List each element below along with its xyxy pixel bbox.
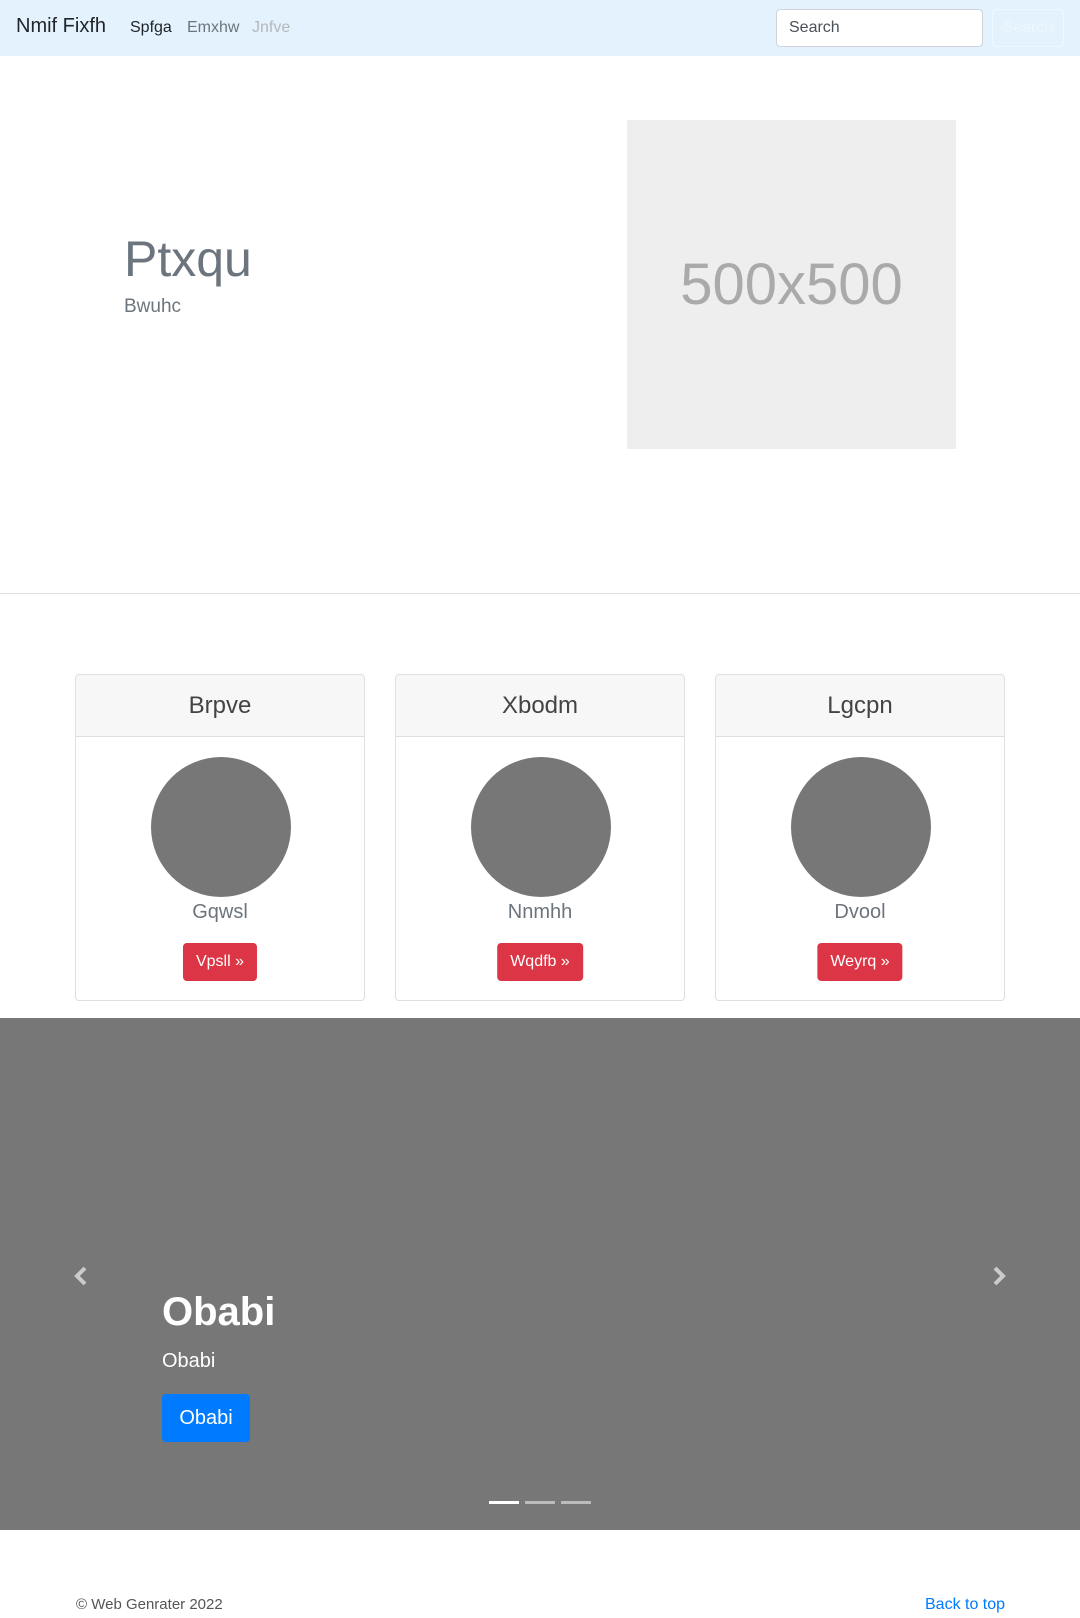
card-button-wqdfb[interactable]: Wqdfb » bbox=[497, 943, 583, 981]
search-button[interactable]: Search bbox=[992, 9, 1064, 47]
card-header: Xbodm bbox=[396, 675, 684, 737]
nav-link-spfga[interactable]: Spfga bbox=[130, 19, 172, 37]
carousel-prev-button[interactable] bbox=[62, 1256, 102, 1296]
hero-placeholder-image: 500x500 bbox=[627, 120, 956, 449]
carousel-caption-button[interactable]: Obabi bbox=[162, 1394, 250, 1442]
search-input[interactable] bbox=[776, 9, 983, 47]
hero-subtitle: Bwuhc bbox=[124, 296, 182, 317]
nav-link-jnfve-disabled: Jnfve bbox=[252, 19, 291, 36]
carousel-indicator-1[interactable] bbox=[489, 1501, 519, 1504]
card-text: Nnmhh bbox=[507, 901, 573, 923]
card-button-vpsll[interactable]: Vpsll » bbox=[182, 943, 258, 981]
back-to-top-link[interactable]: Back to top bbox=[925, 1596, 1005, 1614]
avatar bbox=[791, 757, 931, 897]
card-text: Dvool bbox=[834, 901, 886, 923]
hero-title: Ptxqu bbox=[124, 231, 252, 287]
card-text: Gqwsl bbox=[192, 901, 248, 923]
carousel-indicator-2[interactable] bbox=[525, 1501, 555, 1504]
brand-link[interactable]: Nmif Fixfh bbox=[16, 15, 106, 38]
chevron-right-icon bbox=[993, 1266, 1006, 1286]
nav-link-emxhw[interactable]: Emxhw bbox=[187, 19, 239, 37]
card-header: Brpve bbox=[76, 675, 364, 737]
card-lgcpn: Lgcpn Dvool Weyrq » bbox=[715, 674, 1005, 1001]
section-divider bbox=[0, 593, 1080, 594]
card-brpve: Brpve Gqwsl Vpsll » bbox=[75, 674, 365, 1001]
carousel-next-button[interactable] bbox=[978, 1256, 1018, 1296]
card-header: Lgcpn bbox=[716, 675, 1004, 737]
navbar: Nmif Fixfh Spfga Emxhw Jnfve Search bbox=[0, 0, 1080, 56]
carousel: Obabi Obabi Obabi bbox=[0, 1018, 1080, 1530]
footer-copyright: © Web Genrater 2022 bbox=[76, 1596, 223, 1613]
carousel-caption-title: Obabi bbox=[162, 1290, 276, 1334]
hero-image-label: 500x500 bbox=[680, 252, 903, 317]
card-xbodm: Xbodm Nnmhh Wqdfb » bbox=[395, 674, 685, 1001]
avatar bbox=[151, 757, 291, 897]
avatar bbox=[471, 757, 611, 897]
card-button-weyrq[interactable]: Weyrq » bbox=[817, 943, 903, 981]
carousel-indicator-3[interactable] bbox=[561, 1501, 591, 1504]
chevron-left-icon bbox=[74, 1266, 87, 1286]
carousel-caption-subtitle: Obabi bbox=[162, 1350, 216, 1372]
